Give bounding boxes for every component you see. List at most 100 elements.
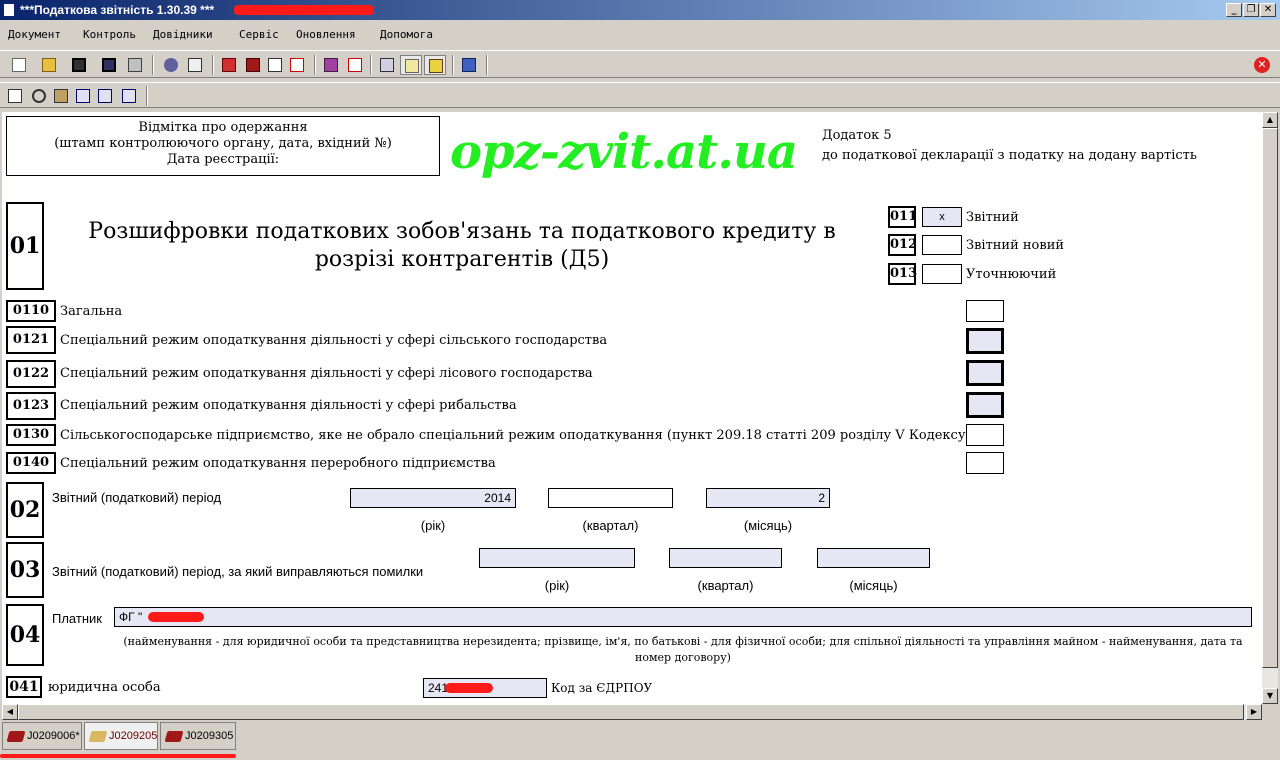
doc-type-013-checkbox[interactable] — [922, 264, 962, 284]
regime-0110-checkbox[interactable] — [966, 300, 1004, 322]
tabs-highlight — [0, 754, 236, 758]
restore-button[interactable]: ❐ — [1243, 3, 1259, 17]
split-button[interactable] — [94, 86, 116, 106]
regime-0130-checkbox[interactable] — [966, 424, 1004, 446]
vertical-scrollbar[interactable]: ▲ ▼ — [1262, 112, 1278, 704]
copy-pages-button[interactable] — [264, 55, 286, 75]
copy-icon — [8, 89, 22, 103]
addendum-line1: Додаток 5 — [822, 128, 892, 143]
home-icon — [222, 58, 236, 72]
doc-tab-1[interactable]: J0209006* — [2, 722, 82, 750]
merge-button[interactable] — [118, 86, 140, 106]
pdf-icon — [348, 58, 362, 72]
stamp-line2: (штамп контролюючого органу, дата, вхідн… — [54, 136, 392, 151]
code-0122: 0122 — [6, 360, 56, 388]
save-as-button[interactable] — [98, 55, 120, 75]
exit-button[interactable] — [458, 55, 480, 75]
minimize-button[interactable]: _ — [1226, 3, 1242, 17]
scroll-right-icon[interactable]: ▶ — [1246, 704, 1262, 720]
period-year-input[interactable]: 2014 — [350, 488, 516, 508]
horizontal-scrollbar[interactable]: ◀ ▶ — [2, 704, 1262, 720]
warning-doc-button[interactable] — [286, 55, 308, 75]
save-button[interactable] — [68, 55, 90, 75]
form-title: Розшифровки податкових зобов'язань та по… — [88, 219, 836, 272]
regime-0140-checkbox[interactable] — [966, 452, 1004, 474]
new-doc-button[interactable] — [8, 55, 30, 75]
payer-name-input[interactable]: ФГ " — [114, 607, 1252, 627]
doc-type-012-checkbox[interactable] — [922, 235, 962, 255]
cut-button[interactable] — [28, 86, 50, 106]
vertical-scroll-thumb[interactable] — [1262, 128, 1278, 668]
regime-0122-label: Спеціальний режим оподаткування діяльнос… — [60, 366, 593, 381]
book-button[interactable] — [242, 55, 264, 75]
checklist-button[interactable] — [184, 55, 206, 75]
menu-document[interactable]: Документ — [8, 28, 61, 41]
toolbar-separator — [212, 55, 214, 75]
doc-tab-2[interactable]: J0209205 — [84, 722, 158, 750]
menu-directories[interactable]: Довідники — [153, 28, 213, 41]
close-window-button[interactable]: ✕ — [1260, 3, 1276, 17]
menu-updates[interactable]: Оновлення — [296, 28, 356, 41]
doc-tab-label: J0209006* — [27, 730, 80, 742]
scroll-down-icon[interactable]: ▼ — [1262, 688, 1278, 704]
period-quarter-label: (квартал) — [582, 518, 639, 533]
regime-0122-checkbox[interactable] — [966, 360, 1004, 386]
print-button[interactable] — [124, 55, 146, 75]
document-tabs: J0209006* J0209205 J0209305 — [0, 720, 1280, 760]
menu-service[interactable]: Сервіс — [239, 28, 279, 41]
title-bar: ***Податкова звітність 1.30.39 *** _ ❐ ✕ — [0, 0, 1280, 20]
period-year-label: (рік) — [420, 518, 446, 533]
approve-button[interactable] — [424, 55, 446, 75]
period-month-label: (місяць) — [743, 518, 793, 533]
doc-type-013-label: Уточнюючий — [966, 267, 1057, 282]
copy-button[interactable] — [4, 86, 26, 106]
insert-row-button[interactable] — [72, 86, 94, 106]
period-month-input[interactable]: 2 — [706, 488, 830, 508]
horizontal-scroll-thumb[interactable] — [18, 704, 1244, 720]
open-button[interactable] — [38, 55, 60, 75]
close-doc-icon[interactable]: ✕ — [1254, 57, 1270, 73]
code-0140: 0140 — [6, 452, 56, 474]
code-0110: 0110 — [6, 300, 56, 322]
edit-pen-button[interactable] — [320, 55, 342, 75]
code-0123: 0123 — [6, 392, 56, 420]
edit-toolbar — [0, 82, 1280, 108]
section-03-number: 03 — [6, 542, 44, 598]
code-011: 011 — [888, 206, 917, 228]
tools-button[interactable] — [160, 55, 182, 75]
regime-0121-checkbox[interactable] — [966, 328, 1004, 354]
doc-type-011-checkbox[interactable]: x — [922, 207, 962, 227]
correction-quarter-input[interactable] — [669, 548, 782, 568]
exit-icon — [462, 58, 476, 72]
regime-0123-checkbox[interactable] — [966, 392, 1004, 418]
doc-tab-3[interactable]: J0209305 — [160, 722, 236, 750]
correction-year-input[interactable] — [479, 548, 635, 568]
code-0121: 0121 — [6, 326, 56, 354]
copy-pages-icon — [268, 58, 282, 72]
period-quarter-input[interactable] — [548, 488, 673, 508]
properties-button[interactable] — [376, 55, 398, 75]
properties-icon — [380, 58, 394, 72]
addendum-line2: до податкової декларації з податку на до… — [822, 148, 1197, 163]
pdf-button[interactable] — [344, 55, 366, 75]
payer-redaction — [148, 612, 204, 622]
toolbar-separator — [314, 55, 316, 75]
notes-button[interactable] — [400, 55, 422, 75]
section-02-number: 02 — [6, 482, 44, 538]
split-icon — [98, 89, 112, 103]
correction-year-label: (рік) — [544, 578, 570, 593]
menu-control[interactable]: Контроль — [83, 28, 136, 41]
receipt-stamp-box: Відмітка про одержання (штамп контролююч… — [6, 116, 440, 176]
toolbar-separator — [452, 55, 454, 75]
scroll-up-icon[interactable]: ▲ — [1262, 112, 1278, 128]
correction-month-input[interactable] — [817, 548, 930, 568]
menu-help[interactable]: Допомога — [380, 28, 433, 41]
scroll-left-icon[interactable]: ◀ — [2, 704, 18, 720]
form-document: Відмітка про одержання (штамп контролююч… — [2, 112, 1262, 704]
home-button[interactable] — [218, 55, 240, 75]
paste-button[interactable] — [50, 86, 72, 106]
correction-period-label: Звітний (податковий) період, за який вип… — [52, 564, 424, 579]
merge-icon — [122, 89, 136, 103]
title-redaction — [234, 5, 374, 15]
code-013: 013 — [888, 263, 917, 285]
